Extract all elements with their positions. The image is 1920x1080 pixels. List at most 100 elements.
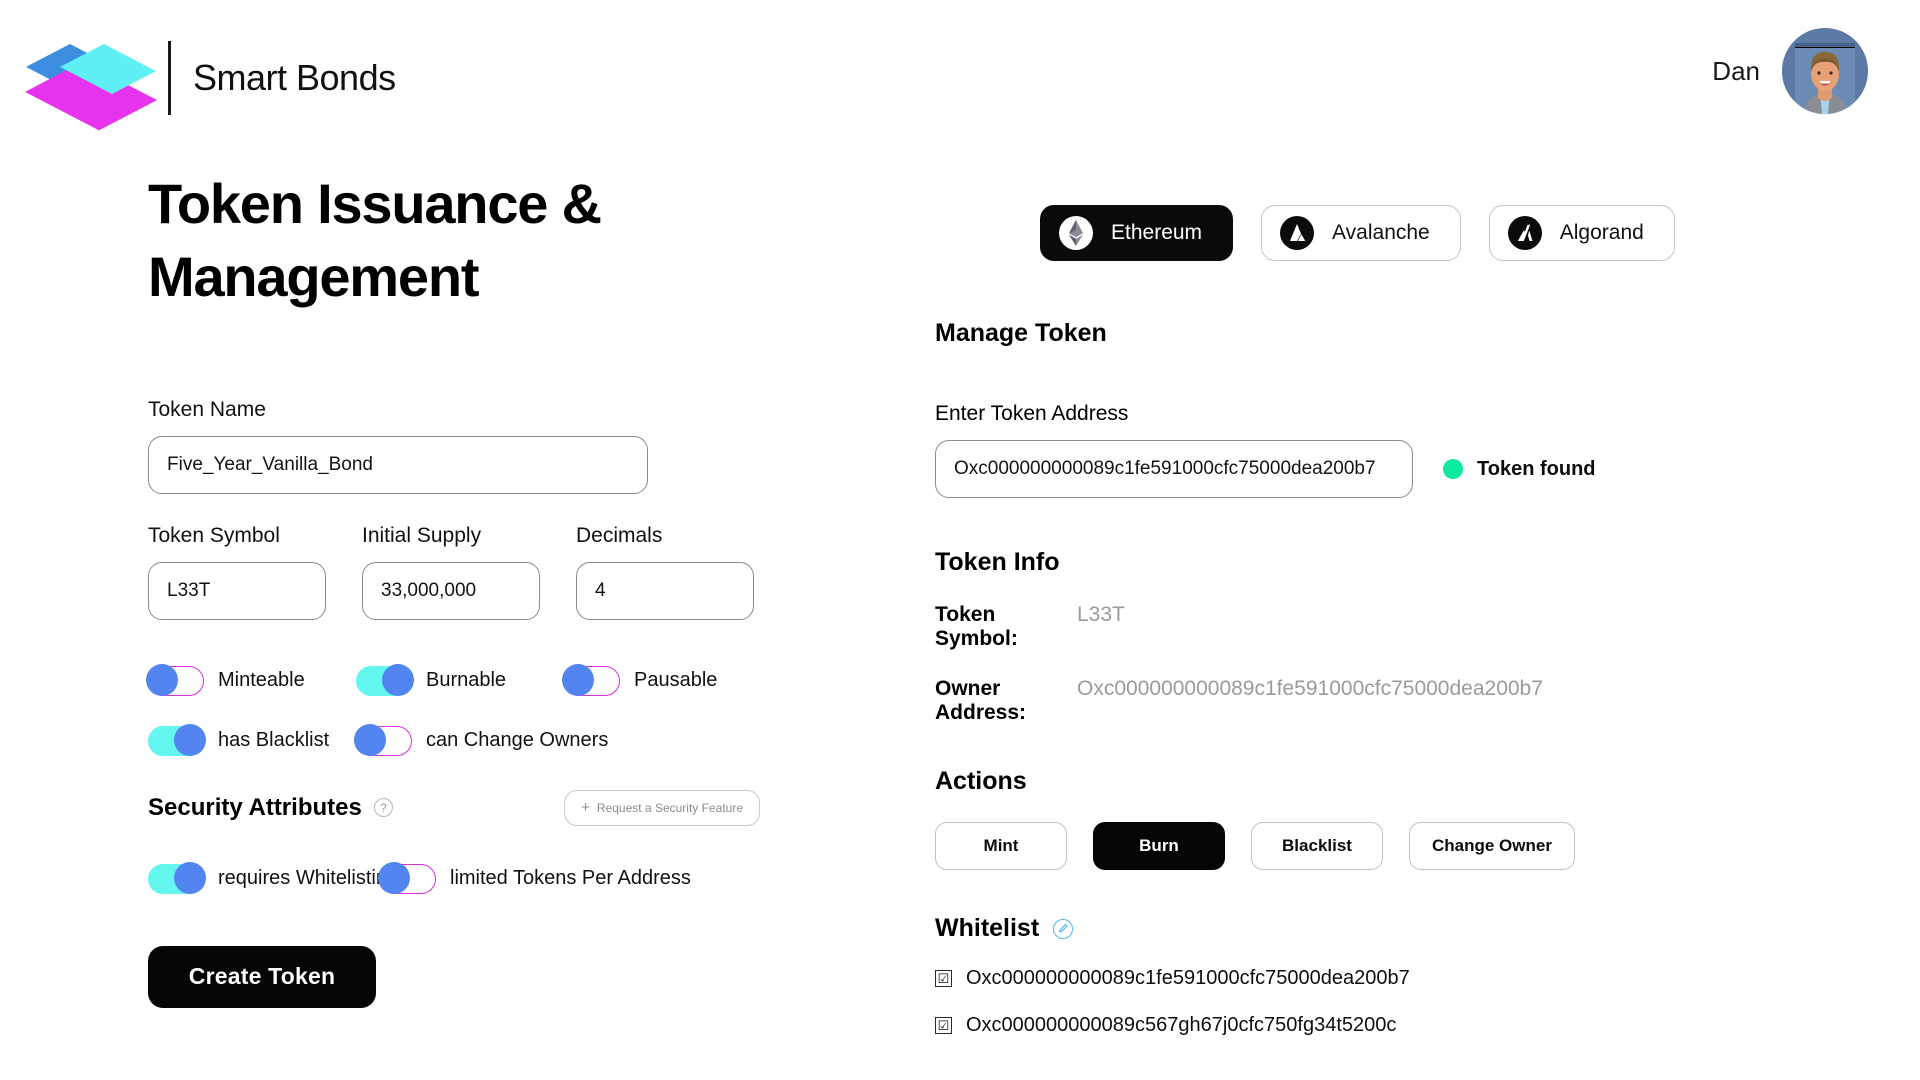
- owner-address-info-value: Oxc000000000089c1fe591000cfc75000dea200b…: [1077, 677, 1543, 700]
- toggle-knob: [562, 664, 594, 697]
- toggle-requires-whitelisting-switch[interactable]: [148, 862, 206, 895]
- user-name: Dan: [1712, 55, 1760, 86]
- security-attributes-title: Security Attributes: [148, 793, 362, 821]
- toggle-limited-tokens-per-address[interactable]: limited Tokens Per Address: [378, 862, 691, 895]
- toggle-knob: [174, 862, 206, 895]
- ethereum-icon: [1059, 216, 1093, 250]
- toggle-pausable-switch[interactable]: [562, 664, 620, 697]
- toggle-has-blacklist-switch[interactable]: [148, 724, 206, 757]
- question-mark-icon[interactable]: ?: [373, 798, 393, 818]
- brand-logo: Smart Bonds: [25, 38, 396, 131]
- status-dot-icon: [1443, 459, 1463, 479]
- token-creation-panel: Token Issuance & Management Token Name F…: [146, 168, 828, 1008]
- token-info-row-owner: Owner Address: Oxc000000000089c1fe591000…: [935, 677, 1785, 725]
- toggle-minteable[interactable]: Minteable: [146, 664, 356, 697]
- feature-toggle-row-1: Minteable Burnable Pausable: [146, 664, 828, 697]
- toggle-knob: [146, 664, 178, 697]
- toggle-limited-tokens-label: limited Tokens Per Address: [450, 867, 691, 890]
- initial-supply-input[interactable]: 33,000,000: [362, 561, 540, 620]
- page-title: Token Issuance & Management: [148, 172, 602, 308]
- whitelist-item[interactable]: ☑ Oxc000000000089c1fe591000cfc75000dea20…: [935, 967, 1785, 990]
- toggle-has-blacklist-label: has Blacklist: [218, 729, 330, 752]
- manage-token-title: Manage Token: [935, 319, 1107, 347]
- security-attributes-header: Security Attributes ? + Request a Securi…: [148, 789, 760, 826]
- toggle-pausable[interactable]: Pausable: [562, 664, 718, 697]
- user-menu[interactable]: Dan: [1712, 28, 1868, 114]
- token-name-label: Token Name: [148, 397, 266, 421]
- burn-button[interactable]: Burn: [1093, 822, 1225, 870]
- avatar[interactable]: [1782, 28, 1868, 114]
- algorand-icon: [1507, 216, 1542, 250]
- network-chip-algorand-label: Algorand: [1559, 221, 1644, 244]
- toggle-burnable-label: Burnable: [426, 669, 507, 692]
- toggle-knob: [354, 724, 386, 757]
- toggle-limited-tokens-switch[interactable]: [378, 862, 436, 895]
- toggle-pausable-label: Pausable: [634, 669, 718, 692]
- whitelist-title: Whitelist: [935, 914, 1040, 942]
- pencil-edit-icon[interactable]: [1053, 918, 1074, 939]
- network-chip-ethereum-label: Ethereum: [1111, 221, 1203, 244]
- toggle-can-change-owners-label: can Change Owners: [426, 729, 609, 752]
- token-name-group: Token Name Five_Year_Vanilla_Bond: [148, 398, 828, 494]
- app-header: Smart Bonds Dan: [0, 0, 1920, 140]
- decimals-input[interactable]: 4: [576, 561, 754, 620]
- toggle-requires-whitelisting-label: requires Whitelisting: [218, 867, 399, 890]
- initial-supply-label: Initial Supply: [362, 523, 482, 547]
- token-info-row-symbol: Token Symbol: L33T: [935, 603, 1785, 651]
- brand-name: Smart Bonds: [193, 57, 396, 98]
- whitelist-checkbox[interactable]: ☑: [935, 1017, 952, 1034]
- request-security-feature-button[interactable]: + Request a Security Feature: [564, 789, 760, 826]
- manage-token-panel: Ethereum Avalanche Algorand Manage Token…: [935, 205, 1785, 1037]
- toggle-burnable-switch[interactable]: [356, 664, 414, 697]
- feature-toggle-row-2: has Blacklist can Change Owners: [148, 724, 828, 757]
- initial-supply-group: Initial Supply 33,000,000: [362, 524, 540, 620]
- network-chip-algorand[interactable]: Algorand: [1488, 205, 1675, 261]
- toggle-minteable-switch[interactable]: [146, 664, 204, 697]
- feature-toggles: Minteable Burnable Pausable has Blacklis…: [146, 664, 828, 757]
- token-symbol-input[interactable]: L33T: [148, 561, 326, 620]
- change-owner-button[interactable]: Change Owner: [1409, 822, 1575, 870]
- network-chip-avalanche-label: Avalanche: [1332, 221, 1430, 244]
- avatar-illustration-icon: [1782, 28, 1868, 114]
- toggle-requires-whitelisting[interactable]: requires Whitelisting: [148, 862, 398, 895]
- toggle-knob: [378, 862, 410, 895]
- decimals-label: Decimals: [576, 523, 663, 547]
- owner-address-info-key: Owner Address:: [935, 677, 1027, 724]
- toggle-burnable[interactable]: Burnable: [356, 664, 564, 697]
- token-name-input[interactable]: Five_Year_Vanilla_Bond: [148, 435, 648, 494]
- network-chip-avalanche[interactable]: Avalanche: [1261, 205, 1461, 261]
- network-chip-ethereum[interactable]: Ethereum: [1040, 205, 1234, 261]
- token-address-label: Enter Token Address: [935, 402, 1129, 425]
- toggle-can-change-owners-switch[interactable]: [354, 724, 412, 757]
- token-params-row: Token Symbol L33T Initial Supply 33,000,…: [148, 524, 828, 620]
- blacklist-button[interactable]: Blacklist: [1251, 822, 1383, 870]
- whitelist-item[interactable]: ☑ Oxc000000000089c567gh67j0cfc750fg34t52…: [935, 1014, 1785, 1037]
- token-address-row: Oxc000000000089c1fe591000cfc75000dea200b…: [935, 440, 1785, 498]
- toggle-can-change-owners[interactable]: can Change Owners: [354, 724, 609, 757]
- logo-divider: [168, 41, 171, 115]
- request-security-feature-label: Request a Security Feature: [596, 800, 743, 815]
- token-symbol-info-value: L33T: [1077, 603, 1125, 626]
- token-symbol-label: Token Symbol: [148, 523, 280, 547]
- logo-mark-icon: [25, 39, 157, 131]
- network-selector: Ethereum Avalanche Algorand: [1040, 205, 1785, 261]
- actions-row: Mint Burn Blacklist Change Owner: [935, 822, 1785, 870]
- mint-button[interactable]: Mint: [935, 822, 1067, 870]
- decimals-group: Decimals 4: [576, 524, 754, 620]
- toggle-knob: [174, 724, 206, 757]
- token-status: Token found: [1443, 458, 1596, 481]
- whitelist-header: Whitelist: [935, 914, 1785, 943]
- toggle-has-blacklist[interactable]: has Blacklist: [148, 724, 356, 757]
- whitelist-checkbox[interactable]: ☑: [935, 970, 952, 987]
- toggle-knob: [382, 664, 414, 697]
- status-badge: Token found: [1477, 457, 1596, 480]
- token-info-title: Token Info: [935, 548, 1060, 576]
- actions-title: Actions: [935, 767, 1027, 795]
- avalanche-icon: [1280, 216, 1315, 250]
- pencil-glyph-icon: [1058, 923, 1068, 933]
- create-token-button[interactable]: Create Token: [148, 945, 376, 1008]
- plus-icon: +: [581, 799, 590, 817]
- token-address-input[interactable]: Oxc000000000089c1fe591000cfc75000dea200b…: [935, 440, 1413, 498]
- whitelist-address: Oxc000000000089c1fe591000cfc75000dea200b…: [966, 967, 1410, 989]
- toggle-minteable-label: Minteable: [218, 669, 305, 692]
